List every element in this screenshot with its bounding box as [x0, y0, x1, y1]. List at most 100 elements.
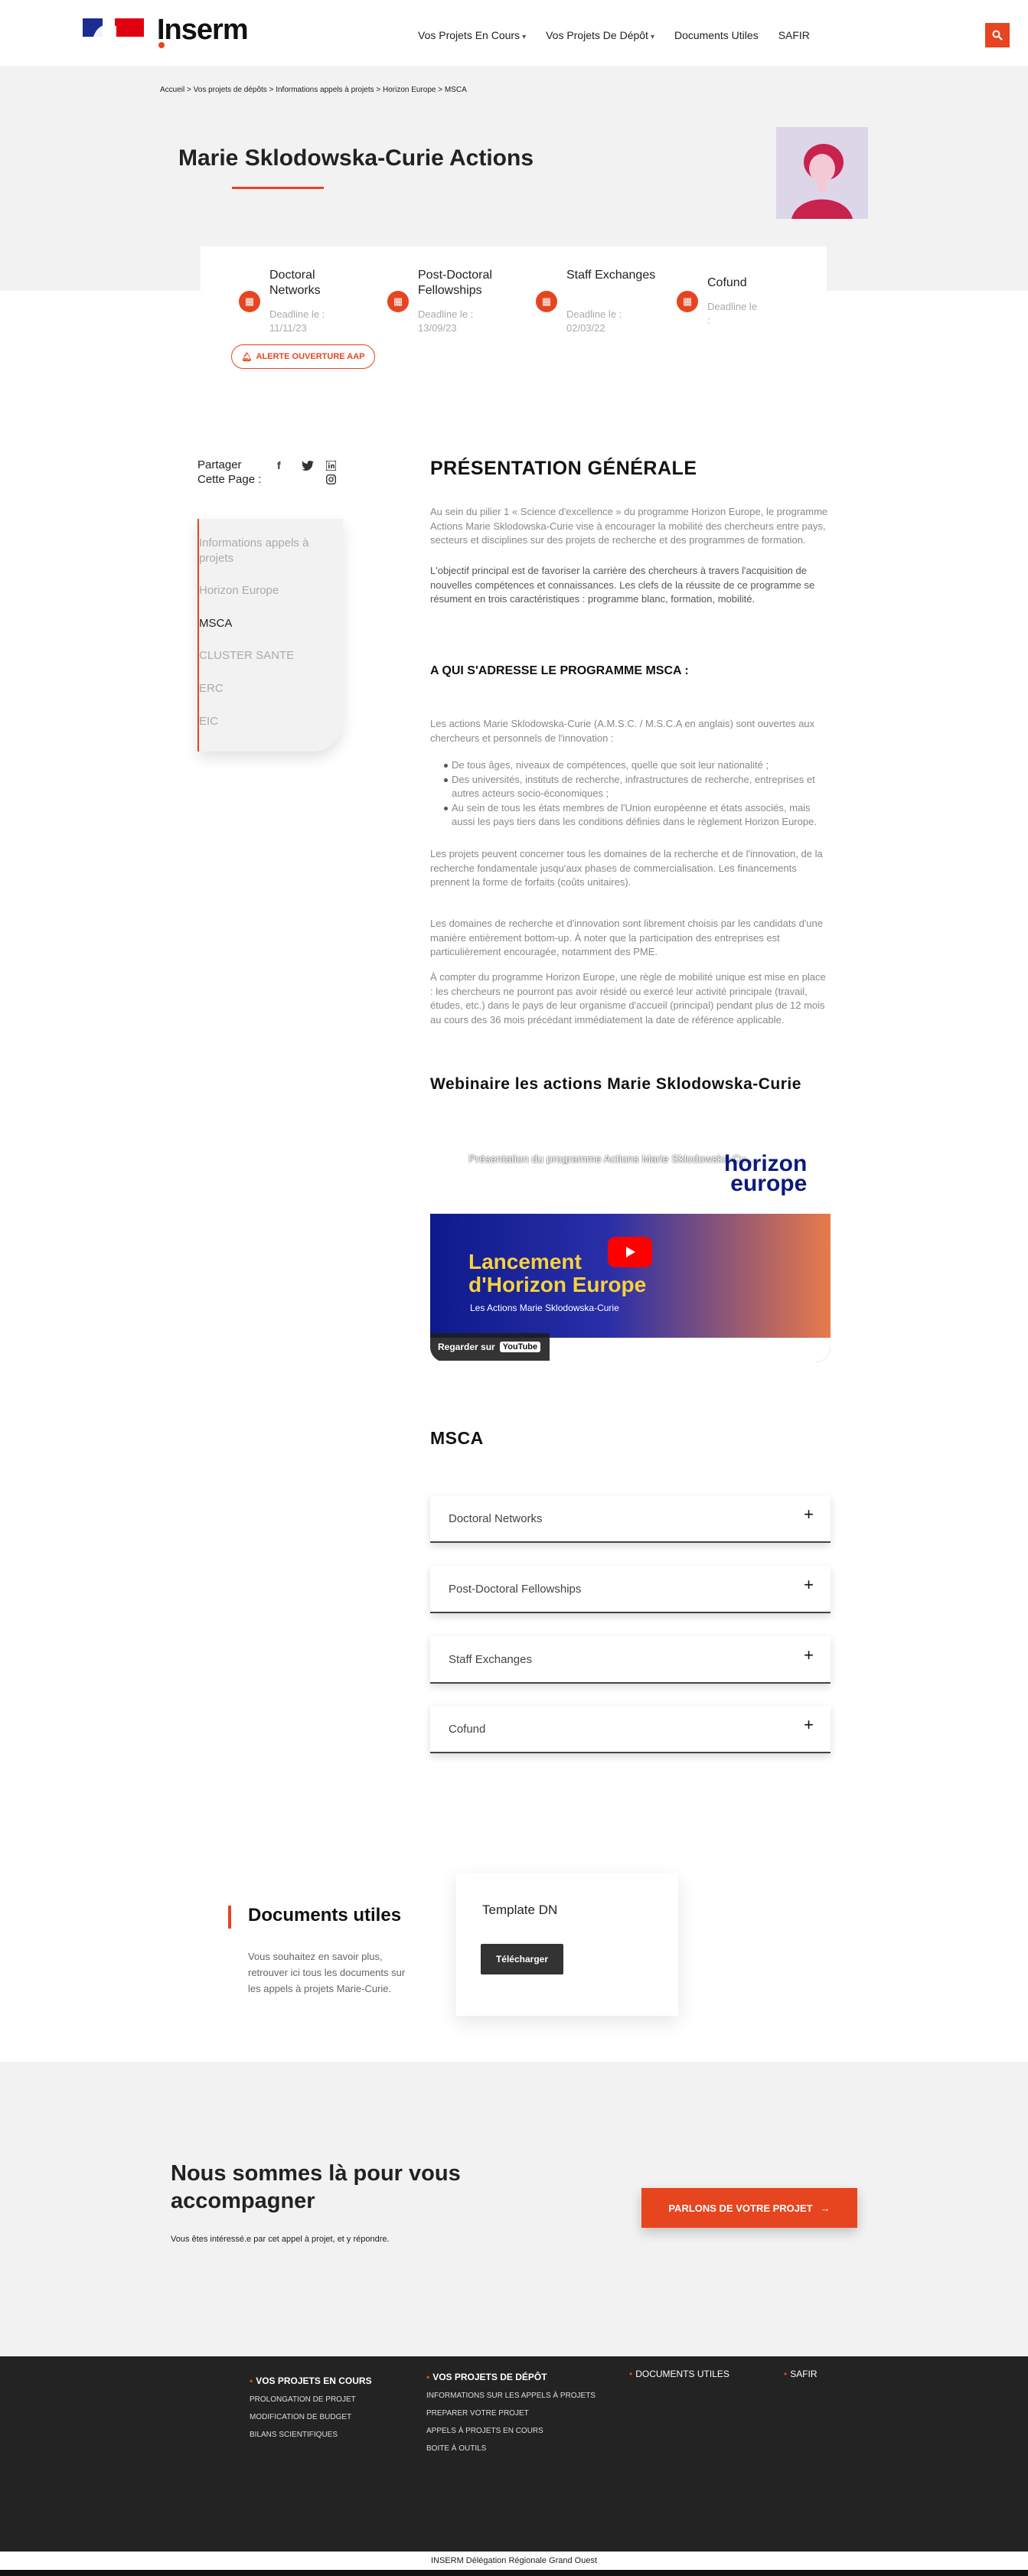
share-label-line1: Partager	[197, 458, 242, 471]
contact-section	[0, 2062, 1028, 2356]
deadline-label: Deadline le	[707, 301, 758, 312]
twitter-icon[interactable]	[302, 461, 314, 471]
bell-icon: 🔔︎	[241, 352, 253, 362]
site-header: Inserm Vos Projets En Cours ▾ Vos Projets…	[0, 0, 1028, 66]
audience-intro: Les actions Marie Sklodowska-Curie (A.M.…	[430, 718, 815, 744]
accordion-cofund[interactable]: Cofund +	[430, 1706, 831, 1753]
accordion-label: Doctoral Networks	[449, 1512, 543, 1525]
deadline-date: 13/09/23	[418, 322, 457, 334]
footer-heading[interactable]: • VOS PROJETS EN COURS	[250, 2375, 372, 2386]
nav-label: Vos Projets De Dépôt	[546, 29, 648, 41]
list-item: Des universités, instituts de recherche,…	[430, 773, 830, 801]
sidebar-item-cluster-sante[interactable]: CLUSTER SANTE	[199, 648, 314, 664]
accordion-post-doctoral[interactable]: Post-Doctoral Fellowships +	[430, 1566, 831, 1613]
facebook-icon[interactable]: f	[277, 459, 281, 471]
footer-base-bar	[0, 2570, 1028, 2576]
play-icon	[626, 1247, 635, 1257]
deadline-date: 02/03/22	[566, 322, 605, 334]
republique-francaise-logo[interactable]	[83, 17, 144, 38]
logo-dot	[158, 42, 165, 48]
footer-col-safir: • SAFIR	[784, 2369, 818, 2379]
bullet-dot-icon: •	[629, 2369, 633, 2379]
footer-link[interactable]: PREPARER VOTRE PROJET	[426, 2409, 596, 2418]
sidebar-item-informations[interactable]: Informations appels à projets	[199, 536, 314, 566]
watch-on-youtube-button[interactable]: Regarder sur YouTube	[430, 1333, 550, 1361]
chevron-down-icon: ▾	[522, 33, 527, 41]
documents-description: Vous souhaitez en savoir plus, retrouver…	[248, 1951, 406, 1994]
footer-heading[interactable]: • DOCUMENTS UTILES	[629, 2369, 729, 2379]
nav-vos-projets-de-depot[interactable]: Vos Projets De Dépôt ▾	[546, 29, 654, 41]
audience-paragraph-3: Les domaines de recherche et d'innovatio…	[430, 918, 823, 957]
intro-paragraph-1: Au sein du pilier 1 « Science d'excellen…	[430, 506, 828, 546]
contact-subtitle: Vous êtes intéressé.e par cet appel à pr…	[171, 2235, 390, 2244]
nav-safir[interactable]: SAFIR	[778, 29, 810, 41]
deadline-name: Staff Exchanges	[566, 269, 656, 282]
footer-link[interactable]: BILANS SCIENTIFIQUES	[250, 2431, 372, 2439]
horizon-europe-logo: horizon europe	[724, 1153, 807, 1195]
bullet-dot-icon: •	[250, 2375, 253, 2386]
plus-icon: +	[804, 1715, 814, 1734]
accordion-doctoral-networks[interactable]: Doctoral Networks +	[430, 1495, 831, 1543]
contact-cta-label: PARLONS DE VOTRE PROJET	[668, 2202, 813, 2214]
chevron-down-icon: ▾	[650, 33, 654, 41]
list-item: Au sein de tous les états membres de l'U…	[430, 801, 830, 830]
video-subtitle: Les Actions Marie Sklodowska-Curie	[470, 1303, 619, 1313]
nav-vos-projets-en-cours[interactable]: Vos Projets En Cours ▾	[418, 29, 526, 41]
alert-label: ALERTE OUVERTURE AAP	[256, 352, 365, 361]
calendar-icon: ▦	[536, 291, 557, 312]
deadlines-card: ▦ Doctoral Networks Deadline le : 11/11/…	[201, 246, 827, 384]
youtube-play-button[interactable]	[608, 1237, 652, 1267]
deadline-label: Deadline le :	[566, 308, 622, 320]
breadcrumb[interactable]: Accueil > Vos projets de dépôts > Inform…	[160, 86, 467, 94]
title-underline	[232, 187, 324, 189]
footer-heading[interactable]: • SAFIR	[784, 2369, 818, 2379]
nav-label: Vos Projets En Cours	[418, 29, 521, 41]
sidebar-item-msca[interactable]: MSCA	[199, 616, 314, 631]
inserm-logo-text[interactable]: Inserm	[157, 14, 249, 47]
share-label: Partager Cette Page :	[197, 458, 261, 487]
footer-col-en-cours: • VOS PROJETS EN COURS PROLONGATION DE PR…	[250, 2375, 372, 2439]
accordion-staff-exchanges[interactable]: Staff Exchanges +	[430, 1636, 831, 1684]
footer-col-documents: • DOCUMENTS UTILES	[629, 2369, 729, 2379]
webinar-title: Webinaire les actions Marie Sklodowska-C…	[430, 1075, 801, 1093]
sidebar-item-horizon-europe[interactable]: Horizon Europe	[199, 583, 314, 598]
audience-bullets: De tous âges, niveaux de compétences, qu…	[430, 758, 830, 830]
deadline-name: Doctoral Networks	[269, 269, 321, 297]
nav-documents-utiles[interactable]: Documents Utiles	[674, 29, 759, 41]
linkedin-icon[interactable]	[326, 461, 336, 471]
share-icons: f	[277, 459, 346, 490]
bullet-dot-icon: •	[784, 2369, 788, 2379]
sidebar-item-eic[interactable]: EIC	[199, 714, 314, 729]
accordion-label: Staff Exchanges	[449, 1653, 532, 1666]
audience-paragraph-4: À compter du programme Horizon Europe, u…	[430, 971, 826, 1026]
instagram-icon[interactable]	[326, 474, 336, 484]
contact-title: Nous sommes là pour vous accompagner	[171, 2161, 461, 2213]
share-label-line2: Cette Page :	[197, 473, 262, 486]
footer-link[interactable]: PROLONGATION DE PROJET	[250, 2395, 372, 2404]
footer-link[interactable]: INFORMATIONS SUR LES APPELS À PROJETS	[426, 2392, 596, 2400]
documents-title: Documents utiles	[248, 1905, 402, 1925]
youtube-logo-icon: YouTube	[499, 1342, 541, 1352]
video-embed[interactable]: Présentation du programme Actions Marie …	[430, 1137, 831, 1362]
contact-cta-button[interactable]: PARLONS DE VOTRE PROJET →	[641, 2188, 857, 2228]
nav-label: SAFIR	[778, 29, 810, 41]
sidebar-item-erc[interactable]: ERC	[199, 681, 314, 696]
footer-heading[interactable]: • VOS PROJETS DE DÉPÔT	[426, 2372, 596, 2382]
footer-heading-label: VOS PROJETS DE DÉPÔT	[432, 2372, 547, 2382]
footer-link[interactable]: APPELS À PROJETS EN COURS	[426, 2427, 596, 2435]
footer-heading-label: DOCUMENTS UTILES	[635, 2369, 729, 2379]
document-card: Template DN Télécharger	[456, 1873, 678, 2016]
deadline-date: :	[707, 315, 710, 326]
search-button[interactable]	[985, 23, 1010, 47]
footer-link[interactable]: MODIFICATION DE BUDGET	[250, 2413, 372, 2421]
sidebar-nav: Informations appels à projets Horizon Eu…	[197, 519, 343, 752]
alert-ouverture-button[interactable]: 🔔︎ ALERTE OUVERTURE AAP	[231, 344, 375, 369]
document-card-title: Template DN	[482, 1903, 558, 1917]
calendar-icon: ▦	[677, 291, 698, 312]
watch-on-label: Regarder sur	[438, 1342, 495, 1352]
calendar-icon: ▦	[387, 291, 409, 312]
download-button[interactable]: Télécharger	[481, 1944, 563, 1974]
accordion-label: Cofund	[449, 1723, 486, 1736]
footer-link[interactable]: BOITE À OUTILS	[426, 2444, 596, 2453]
footer-bottom-text: INSERM Délégation Régionale Grand Ouest	[0, 2552, 1028, 2570]
